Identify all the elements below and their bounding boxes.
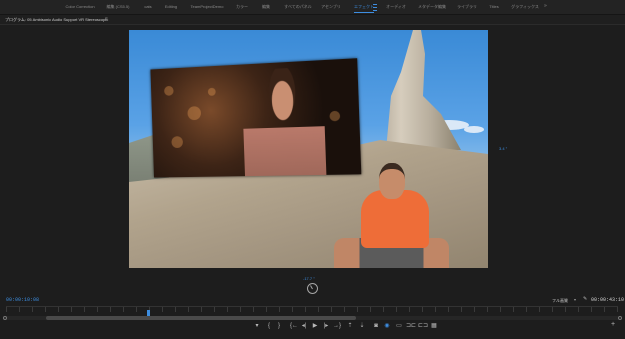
current-timecode[interactable]: 00:00:10:08 (6, 297, 39, 303)
vr-vertical-angle[interactable]: -17.7 ° (303, 276, 315, 281)
tab-team-project-demo[interactable]: TeamProjectDemo (191, 0, 224, 14)
time-ruler[interactable] (6, 306, 618, 312)
marker-button[interactable]: ▾ (253, 322, 261, 330)
go-to-in-button[interactable]: {← (290, 322, 298, 330)
lift-button[interactable]: ⇡ (346, 322, 354, 330)
chevron-down-icon[interactable]: ▾ (574, 297, 576, 302)
play-button[interactable]: ▶ (311, 322, 319, 330)
step-forward-button[interactable]: |▸ (322, 322, 330, 330)
zoom-handle-right[interactable] (618, 316, 622, 320)
tab-all-panels[interactable]: すべてのパネル (284, 0, 312, 14)
tab-editing[interactable]: Editing (165, 0, 177, 14)
bokeh (187, 106, 201, 120)
program-monitor-video[interactable] (129, 30, 488, 268)
vr-button[interactable]: ◉ (383, 322, 391, 330)
playback-resolution[interactable]: フル画質 (552, 298, 568, 304)
zoom-handle-left[interactable] (3, 316, 7, 320)
step-back-button[interactable]: ◂| (300, 322, 308, 330)
bokeh (171, 136, 183, 148)
go-to-out-button[interactable]: →} (333, 322, 341, 330)
zoom-scroll-bar[interactable] (6, 316, 618, 320)
toggle-proxy-button[interactable]: ⊐⊏ (406, 322, 414, 330)
tab-assembly[interactable]: アセンブリ (321, 0, 341, 14)
cloud (464, 126, 484, 133)
panel-menu-icon[interactable]: ≡ (105, 16, 108, 22)
panel-title[interactable]: プログラム: 05 Ambisonic Audio Support VR Ste… (5, 17, 108, 23)
button-editor-icon[interactable]: + (611, 321, 615, 328)
vr-dial-icon[interactable] (307, 283, 318, 294)
man-head (379, 163, 405, 199)
duration-timecode: 00:00:43:10 (591, 297, 624, 303)
tab-libraries[interactable]: ライブラリ (457, 0, 477, 14)
comparison-view-button[interactable]: ⊏⊐ (418, 322, 426, 330)
tab-graphics[interactable]: グラフィックス (511, 0, 539, 14)
bokeh (329, 111, 340, 122)
bokeh (164, 86, 174, 96)
tab-titles[interactable]: Titles (489, 0, 498, 14)
tab-color-correction[interactable]: Color Correction (65, 0, 94, 14)
bokeh (208, 88, 216, 96)
tab-cats[interactable]: cats (144, 0, 151, 14)
program-monitor-header: プログラム: 05 Ambisonic Audio Support VR Ste… (0, 15, 625, 25)
extract-button[interactable]: ⇣ (358, 322, 366, 330)
tab-audio[interactable]: オーディオ (386, 0, 406, 14)
workspace-tab-bar: Color Correction 編集 (CS5.5) cats Editing… (0, 0, 625, 15)
rock-tower (361, 30, 461, 150)
export-frame-button[interactable]: ◙ (372, 322, 380, 330)
zoom-scroll-thumb[interactable] (46, 316, 356, 320)
tab-effects[interactable]: エフェクト (354, 0, 374, 14)
safe-margins-button[interactable]: ▭ (395, 322, 403, 330)
tab-color[interactable]: カラー (236, 0, 248, 14)
in-point-button[interactable]: { (265, 322, 273, 330)
out-point-button[interactable]: } (275, 322, 283, 330)
inset-video-clip[interactable] (150, 58, 361, 177)
tab-edit-cs55[interactable]: 編集 (CS5.5) (107, 0, 130, 14)
inset-person (241, 66, 326, 176)
tab-edit[interactable]: 編集 (262, 0, 270, 14)
multicam-button[interactable]: ▦ (430, 322, 438, 330)
more-workspaces-icon[interactable]: » (544, 3, 547, 9)
vr-horizontal-angle[interactable]: 3.4 ° (499, 146, 507, 151)
workspace-menu-icon[interactable] (373, 4, 377, 11)
wrench-icon[interactable]: ✎ (583, 296, 587, 302)
tab-metadata-edit[interactable]: メタデータ編集 (418, 0, 446, 14)
